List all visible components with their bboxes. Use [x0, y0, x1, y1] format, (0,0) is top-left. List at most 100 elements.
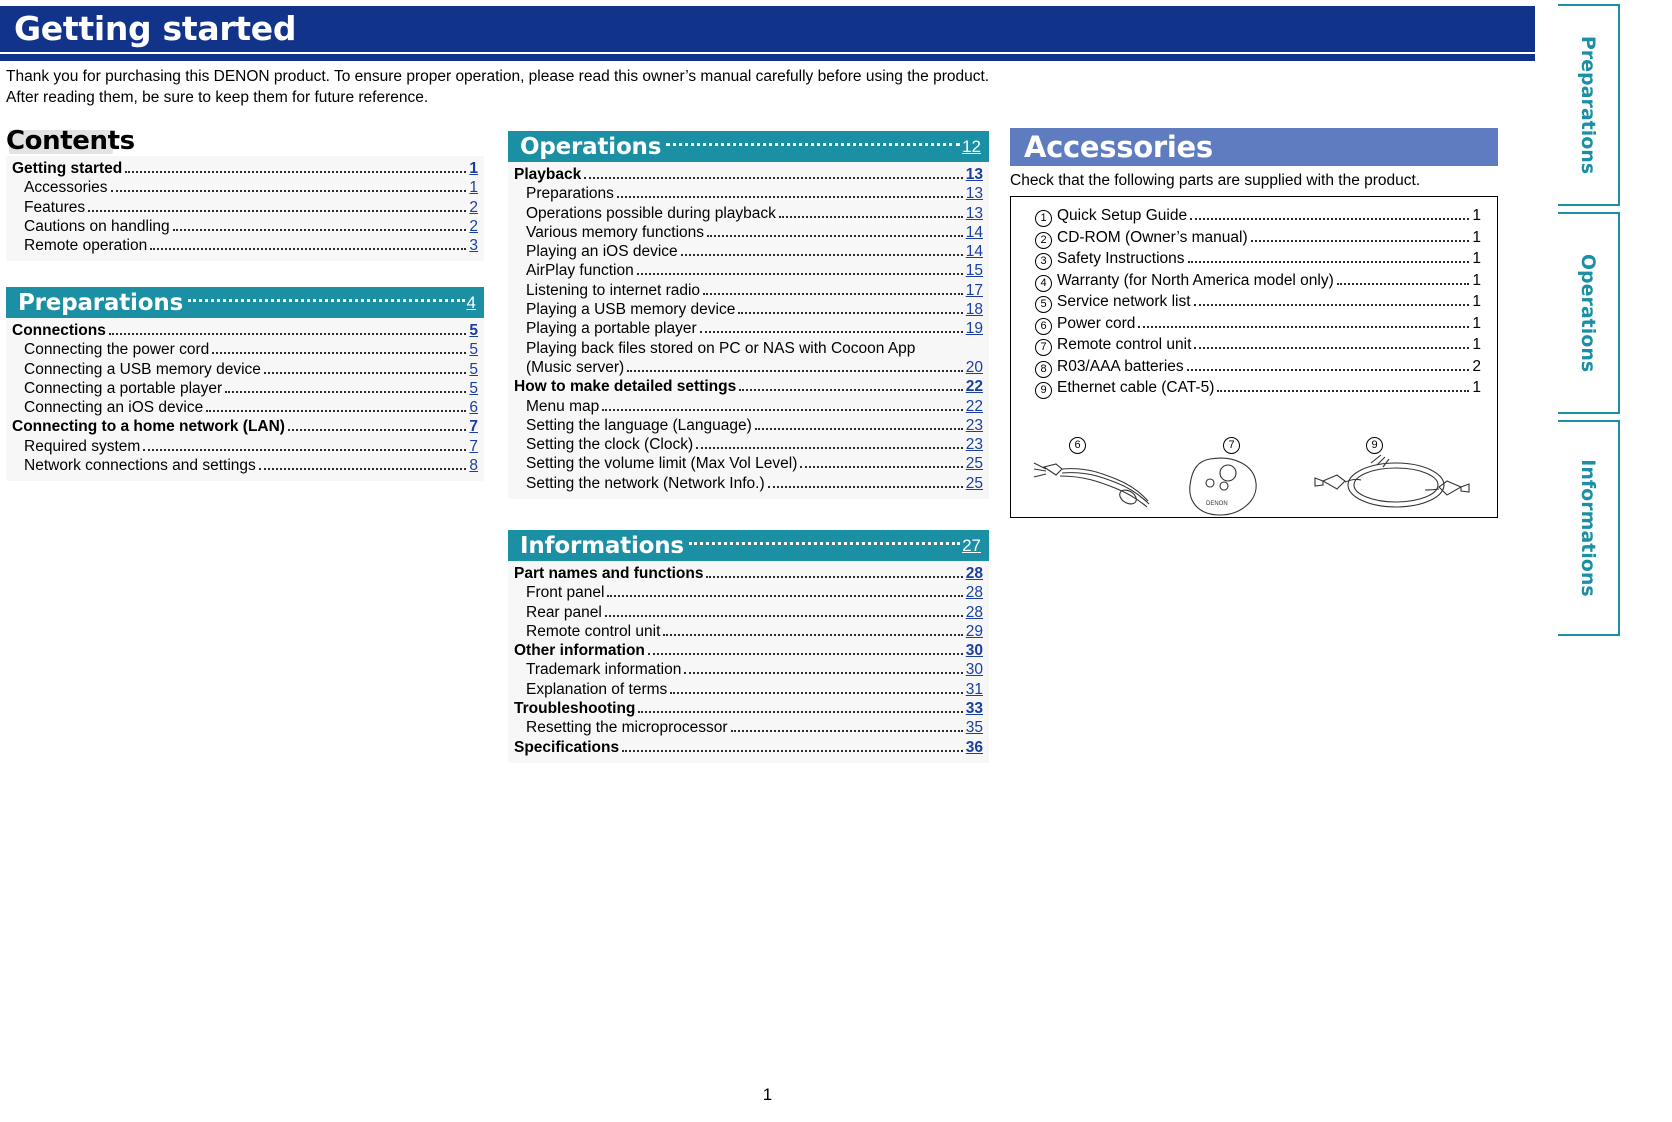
toc-row-page[interactable]: 30 — [966, 661, 989, 679]
toc-row[interactable]: Playback 13 — [508, 166, 989, 185]
toc-row-page[interactable]: 35 — [966, 719, 989, 737]
accessory-label: Safety Instructions — [1057, 250, 1185, 267]
toc-row-page[interactable]: 3 — [469, 237, 484, 255]
accessory-leader — [1217, 390, 1470, 392]
toc-row-page[interactable]: 31 — [966, 681, 989, 699]
toc-row-page[interactable]: 23 — [966, 417, 989, 435]
toc-row[interactable]: Features 2 — [6, 199, 484, 218]
toc-row[interactable]: Specifications 36 — [508, 739, 989, 758]
toc-row-page[interactable]: 28 — [966, 584, 989, 602]
toc-row-page[interactable]: 7 — [469, 438, 484, 456]
toc-row-label: Required system — [24, 437, 141, 455]
toc-row-page[interactable]: 14 — [966, 224, 989, 242]
toc-row-page[interactable]: 36 — [966, 739, 989, 757]
toc-row-leader — [739, 389, 963, 392]
accessory-number-icon: 8 — [1035, 360, 1052, 378]
toc-bar-page[interactable]: 27 — [962, 536, 981, 556]
toc-row-page[interactable]: 5 — [469, 322, 484, 340]
toc-row[interactable]: Setting the volume limit (Max Vol Level)… — [508, 455, 989, 474]
toc-row[interactable]: AirPlay function 15 — [508, 262, 989, 281]
side-tab-operations[interactable]: Operations — [1558, 212, 1620, 414]
toc-row-label: Connecting the power cord — [24, 341, 210, 359]
toc-row[interactable]: Part names and functions 28 — [508, 565, 989, 584]
toc-row-page[interactable]: 20 — [966, 359, 989, 377]
toc-row-page[interactable]: 22 — [966, 398, 989, 416]
toc-row[interactable]: Connections 5 — [6, 322, 484, 341]
toc-row-page[interactable]: 28 — [966, 604, 989, 622]
toc-row[interactable]: Connecting a portable player 5 — [6, 380, 484, 399]
toc-row[interactable]: Rear panel 28 — [508, 604, 989, 623]
toc-row-page[interactable]: 25 — [966, 455, 989, 473]
toc-bar-preparations[interactable]: Preparations 4 — [6, 287, 484, 318]
toc-row[interactable]: Troubleshooting 33 — [508, 700, 989, 719]
toc-row[interactable]: Connecting a USB memory device 5 — [6, 361, 484, 380]
toc-row[interactable]: Setting the language (Language) 23 — [508, 417, 989, 436]
toc-row-page[interactable]: 1 — [469, 179, 484, 197]
toc-row[interactable]: Cautions on handling 2 — [6, 218, 484, 237]
side-tab-preparations[interactable]: Preparations — [1558, 4, 1620, 206]
toc-row[interactable]: How to make detailed settings 22 — [508, 378, 989, 397]
toc-row-label: Playing a portable player — [526, 320, 697, 338]
toc-row[interactable]: Operations possible during playback 13 — [508, 205, 989, 224]
toc-row-page[interactable]: 1 — [469, 160, 484, 178]
toc-row-page[interactable]: 2 — [469, 199, 484, 217]
toc-bar-page[interactable]: 12 — [962, 137, 981, 157]
toc-row[interactable]: Trademark information 30 — [508, 661, 989, 680]
toc-bar-operations[interactable]: Operations 12 — [508, 131, 989, 162]
toc-row-page[interactable]: 30 — [966, 642, 989, 660]
toc-row-page[interactable]: 17 — [966, 282, 989, 300]
toc-row-page[interactable]: 7 — [469, 418, 484, 436]
toc-row-page[interactable]: 25 — [966, 475, 989, 493]
toc-row[interactable]: Front panel 28 — [508, 584, 989, 603]
toc-row[interactable]: Remote control unit 29 — [508, 623, 989, 642]
toc-row-page[interactable]: 13 — [966, 166, 989, 184]
toc-row-page[interactable]: 33 — [966, 700, 989, 718]
toc-row[interactable]: Accessories 1 — [6, 179, 484, 198]
toc-row-page[interactable]: 29 — [966, 623, 989, 641]
toc-row-page[interactable]: 5 — [469, 341, 484, 359]
toc-row[interactable]: Menu map 22 — [508, 398, 989, 417]
toc-row[interactable]: Setting the network (Network Info.) 25 — [508, 475, 989, 494]
toc-row-page[interactable]: 19 — [966, 320, 989, 338]
toc-row-page[interactable]: 18 — [966, 301, 989, 319]
toc-row[interactable]: Explanation of terms 31 — [508, 681, 989, 700]
toc-row[interactable]: Connecting an iOS device 6 — [6, 399, 484, 418]
toc-row[interactable]: Playing a USB memory device 18 — [508, 301, 989, 320]
toc-row[interactable]: Connecting to a home network (LAN) 7 — [6, 418, 484, 437]
toc-row-page[interactable]: 15 — [966, 262, 989, 280]
toc-row[interactable]: Connecting the power cord 5 — [6, 341, 484, 360]
toc-row-page[interactable]: 5 — [469, 361, 484, 379]
toc-row[interactable]: Playing a portable player 19 — [508, 320, 989, 339]
toc-row-page[interactable]: 13 — [966, 185, 989, 203]
intro-line-2: After reading them, be sure to keep them… — [6, 89, 429, 106]
toc-row[interactable]: Preparations 13 — [508, 185, 989, 204]
toc-row[interactable]: (Music server) 20 — [508, 359, 989, 378]
toc-row-page[interactable]: 22 — [966, 378, 989, 396]
toc-row[interactable]: Various memory functions 14 — [508, 224, 989, 243]
toc-row[interactable]: Network connections and settings 8 — [6, 457, 484, 476]
side-tab-informations[interactable]: Informations — [1558, 420, 1620, 636]
toc-row-page[interactable]: 6 — [469, 399, 484, 417]
toc-bar-page[interactable]: 4 — [467, 293, 476, 313]
toc-row-page[interactable]: 13 — [966, 205, 989, 223]
toc-row[interactable]: Required system 7 — [6, 438, 484, 457]
toc-row-page[interactable]: 14 — [966, 243, 989, 261]
toc-row-leader — [699, 331, 963, 334]
toc-row-page[interactable]: 5 — [469, 380, 484, 398]
toc-row-page[interactable]: 28 — [966, 565, 989, 583]
toc-row[interactable]: Listening to internet radio 17 — [508, 282, 989, 301]
toc-row-leader — [703, 292, 963, 295]
toc-row[interactable]: Resetting the microprocessor 35 — [508, 719, 989, 738]
toc-row[interactable]: Setting the clock (Clock) 23 — [508, 436, 989, 455]
toc-row[interactable]: Getting started 1 — [6, 160, 484, 179]
toc-row[interactable]: Playing an iOS device 14 — [508, 243, 989, 262]
toc-row-page[interactable]: 23 — [966, 436, 989, 454]
toc-row-page[interactable]: 2 — [469, 218, 484, 236]
toc-row[interactable]: Other information 30 — [508, 642, 989, 661]
toc-row[interactable]: Remote operation 3 — [6, 237, 484, 256]
toc-row-label: Part names and functions — [514, 565, 704, 582]
intro-paragraph: Thank you for purchasing this DENON prod… — [6, 66, 1206, 108]
toc-bar-informations[interactable]: Informations 27 — [508, 530, 989, 561]
toc-row[interactable]: Playing back files stored on PC or NAS w… — [508, 340, 989, 359]
toc-row-page[interactable]: 8 — [469, 457, 484, 475]
